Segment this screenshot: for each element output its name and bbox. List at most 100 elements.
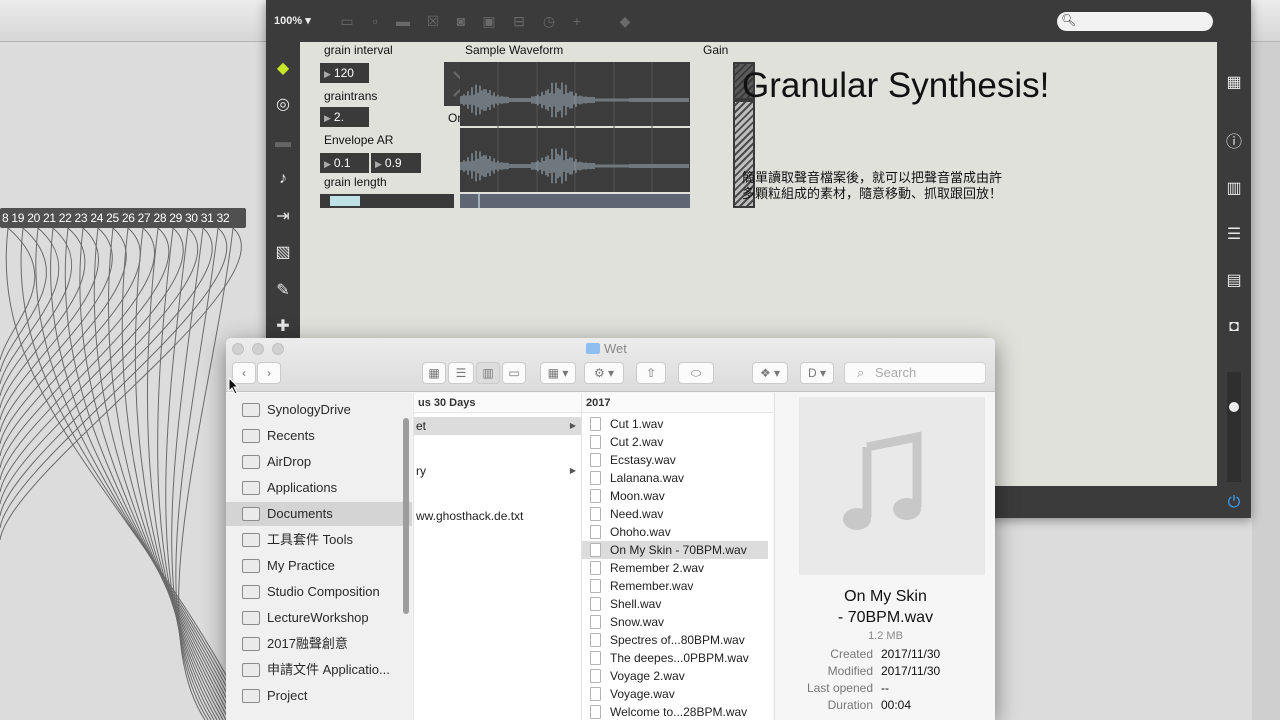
envelope-release-number[interactable]: ▶ 0.9 [371,153,421,173]
minus-box-icon[interactable]: ⊟ [510,12,528,30]
metadata-key: Created [830,647,873,661]
gallery-view-icon[interactable]: ▭ [502,362,526,384]
column-1-row[interactable]: ry ▶ [414,462,582,480]
group-icon[interactable]: ▦ ▾ [540,362,576,384]
lock-icon[interactable]: ▭ [338,12,356,30]
comment-icon[interactable]: ▬ [394,12,412,30]
patch-cord [0,227,155,469]
clock-icon[interactable]: ◷ [540,12,558,30]
column-view-icon[interactable]: ▥ [476,362,500,384]
sidebar-item-label: Studio Composition [267,584,380,599]
file-row[interactable]: Snow.wav [582,613,768,631]
zoom-window-button[interactable] [272,343,284,355]
sidebar-item[interactable]: Project [226,684,412,708]
share-icon[interactable]: ⇧ [636,362,666,384]
file-row[interactable]: Cut 2.wav [582,433,768,451]
column-1-row[interactable]: et ▶ [414,417,582,435]
search-icon: ⌕ [857,365,865,380]
column-1-row[interactable]: ww.ghosthack.de.txt [414,507,582,525]
sidebar-item[interactable]: My Practice [226,554,412,578]
file-row[interactable]: On My Skin - 70BPM.wav [582,541,768,559]
grain-interval-number[interactable]: ▶ 120 [320,63,369,83]
triangle-icon: ▶ [324,69,331,79]
file-row[interactable]: Ohoho.wav [582,523,768,541]
file-row[interactable]: Need.wav [582,505,768,523]
tag-icon[interactable]: ⬭ [678,362,714,384]
patch-cord [93,227,233,720]
finder-search-input[interactable]: ⌕ Search [844,362,986,384]
app-icon[interactable]: D ▾ [800,362,834,384]
close-window-button[interactable] [232,343,244,355]
forward-button[interactable]: › [257,362,281,384]
paperclip-icon[interactable]: ✎ [272,280,294,302]
inlet-icon[interactable]: ▣ [480,12,498,30]
file-row[interactable]: Moon.wav [582,487,768,505]
camera-icon[interactable]: ◘ [1223,316,1245,338]
zoom-level[interactable]: 100% ▾ [274,14,311,27]
playback-position-bar[interactable] [460,194,690,208]
record-icon[interactable]: ◙ [452,12,470,30]
sidebar-item[interactable]: AirDrop [226,450,412,474]
sidebar-scrollbar[interactable] [403,418,409,614]
keyboard-icon[interactable]: ▬ [272,132,294,154]
file-row[interactable]: Welcome to...28BPM.wav [582,703,768,720]
icon-view-icon[interactable]: ▦ [422,362,446,384]
sidebar-item[interactable]: Documents [226,502,412,526]
presentation-icon[interactable]: ▫ [366,12,384,30]
range-selection[interactable] [330,196,360,206]
reference-icon[interactable]: ▤ [1223,270,1245,292]
file-row[interactable]: Voyage.wav [582,685,768,703]
sidebar-item[interactable]: SynologyDrive [226,398,412,422]
info-icon[interactable]: ⓘ [1223,132,1245,154]
file-row[interactable]: Remember.wav [582,577,768,595]
music-note-icon[interactable]: ♪ [272,168,294,190]
file-row[interactable]: Shell.wav [582,595,768,613]
sidebar-item[interactable]: Applications [226,476,412,500]
file-name: Voyage.wav [610,687,675,701]
graintrans-label: graintrans [324,89,378,103]
volume-knob[interactable] [1229,402,1239,412]
plugin-icon[interactable]: ✚ [272,316,294,338]
file-name: Need.wav [610,507,664,521]
book-icon[interactable]: ▥ [1223,178,1245,200]
list-view-icon[interactable]: ☰ [448,362,474,384]
list-icon[interactable]: ☰ [1223,224,1245,246]
envelope-attack-number[interactable]: ▶ 0.1 [320,153,369,173]
file-row[interactable]: Spectres of...80BPM.wav [582,631,768,649]
max-search-input[interactable]: 🔍︎ [1057,12,1213,31]
sequence-icon[interactable]: ⇥ [272,206,294,228]
close-box-icon[interactable]: ☒ [424,12,442,30]
cube-icon[interactable]: ◆ [272,58,294,80]
dropbox-icon[interactable]: ❖ ▾ [752,362,788,384]
target-icon[interactable]: ◎ [272,94,294,116]
sidebar-item[interactable]: 2017融聲創意 [226,632,412,656]
file-name: Lalanana.wav [610,471,685,485]
file-name: Spectres of...80BPM.wav [610,633,745,647]
graintrans-number[interactable]: ▶ 2. [320,107,369,127]
minimize-window-button[interactable] [252,343,264,355]
grain-length-range[interactable] [320,194,454,208]
file-row[interactable]: Voyage 2.wav [582,667,768,685]
sidebar-item[interactable]: 工具套件 Tools [226,528,412,552]
file-row[interactable]: Ecstasy.wav [582,451,768,469]
sidebar-item[interactable]: LectureWorkshop [226,606,412,630]
sidebar-item[interactable]: 申請文件 Applicatio... [226,658,412,682]
file-row[interactable]: Lalanana.wav [582,469,768,487]
grid-icon[interactable]: ▦ [1223,72,1245,94]
sidebar-item[interactable]: Studio Composition [226,580,412,604]
sidebar-item[interactable]: Recents [226,424,412,448]
image-icon[interactable]: ▧ [272,242,294,264]
add-icon[interactable]: + [568,12,586,30]
power-icon[interactable]: ⏻ [1223,492,1245,514]
sample-waveform-display[interactable] [460,62,690,192]
audio-file-icon [590,453,601,467]
action-gear-icon[interactable]: ⚙ ▾ [584,362,624,384]
file-row[interactable]: Cut 1.wav [582,415,768,433]
sidebar-item-label: 申請文件 Applicatio... [267,662,390,677]
file-row[interactable]: The deepes...0PBPM.wav [582,649,768,667]
volume-slider[interactable] [1227,372,1241,482]
paint-icon[interactable]: ◆ [616,12,634,30]
finder-window[interactable]: Wet ‹ › ▦ ☰ ▥ ▭ ▦ ▾ ⚙ ▾ ⇧ ⬭ ❖ ▾ D ▾ ⌕ Sea… [226,338,995,720]
file-row[interactable]: Remember 2.wav [582,559,768,577]
background-right-edge [1252,42,1280,720]
